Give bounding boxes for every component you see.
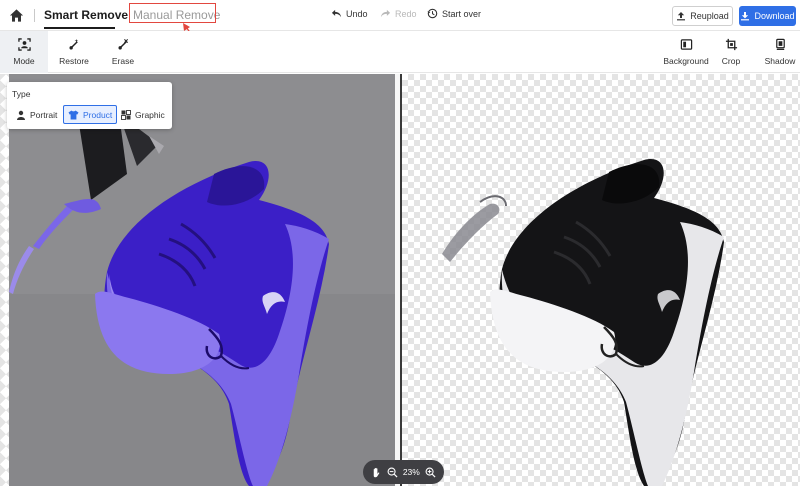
tool-mode-label: Mode [13, 56, 35, 66]
tool-background[interactable]: Background [662, 31, 710, 73]
shadow-icon [775, 38, 785, 50]
graphic-icon [121, 109, 131, 120]
transparent-strip [0, 74, 9, 486]
type-option-product[interactable]: Product [63, 105, 118, 124]
crop-icon [725, 38, 737, 51]
original-image-with-mask[interactable] [9, 74, 395, 486]
type-option-graphic-label: Graphic [135, 109, 165, 120]
zoom-level: 23% [402, 467, 420, 477]
type-option-graphic[interactable]: Graphic [117, 105, 169, 124]
tool-crop[interactable]: Crop [716, 31, 746, 73]
hand-icon[interactable] [371, 467, 382, 478]
masked-shoe-image [9, 74, 395, 486]
restore-icon [68, 38, 78, 50]
zoom-out-icon[interactable] [387, 467, 398, 478]
type-title: Type [12, 89, 31, 99]
tool-erase-label: Erase [111, 56, 135, 66]
cutout-shoe-image [442, 158, 724, 486]
portrait-icon [17, 110, 25, 120]
type-option-portrait-label: Portrait [30, 109, 58, 120]
result-image-preview[interactable] [402, 74, 800, 486]
product-icon [68, 110, 79, 119]
tool-erase[interactable]: Erase [102, 31, 144, 73]
canvas-area [0, 74, 800, 486]
erase-icon [117, 39, 128, 50]
zoom-control: 23% [363, 460, 444, 484]
tool-restore-label: Restore [59, 56, 89, 66]
tool-restore[interactable]: Restore [52, 31, 96, 73]
type-option-product-label: Product [83, 109, 113, 120]
tool-bar: Mode Restore Erase Background Crop Shado… [0, 31, 800, 73]
type-option-portrait[interactable]: Portrait [12, 105, 61, 124]
tool-background-label: Background [663, 56, 709, 66]
background-icon [680, 39, 692, 50]
tool-crop-label: Crop [721, 56, 741, 66]
type-selector-panel: Type Portrait Product Graphic [7, 82, 172, 129]
tool-shadow-label: Shadow [764, 56, 796, 66]
mode-icon [17, 38, 31, 51]
tool-shadow[interactable]: Shadow [762, 31, 798, 73]
zoom-in-icon[interactable] [425, 467, 436, 478]
tool-mode[interactable]: Mode [0, 31, 48, 73]
